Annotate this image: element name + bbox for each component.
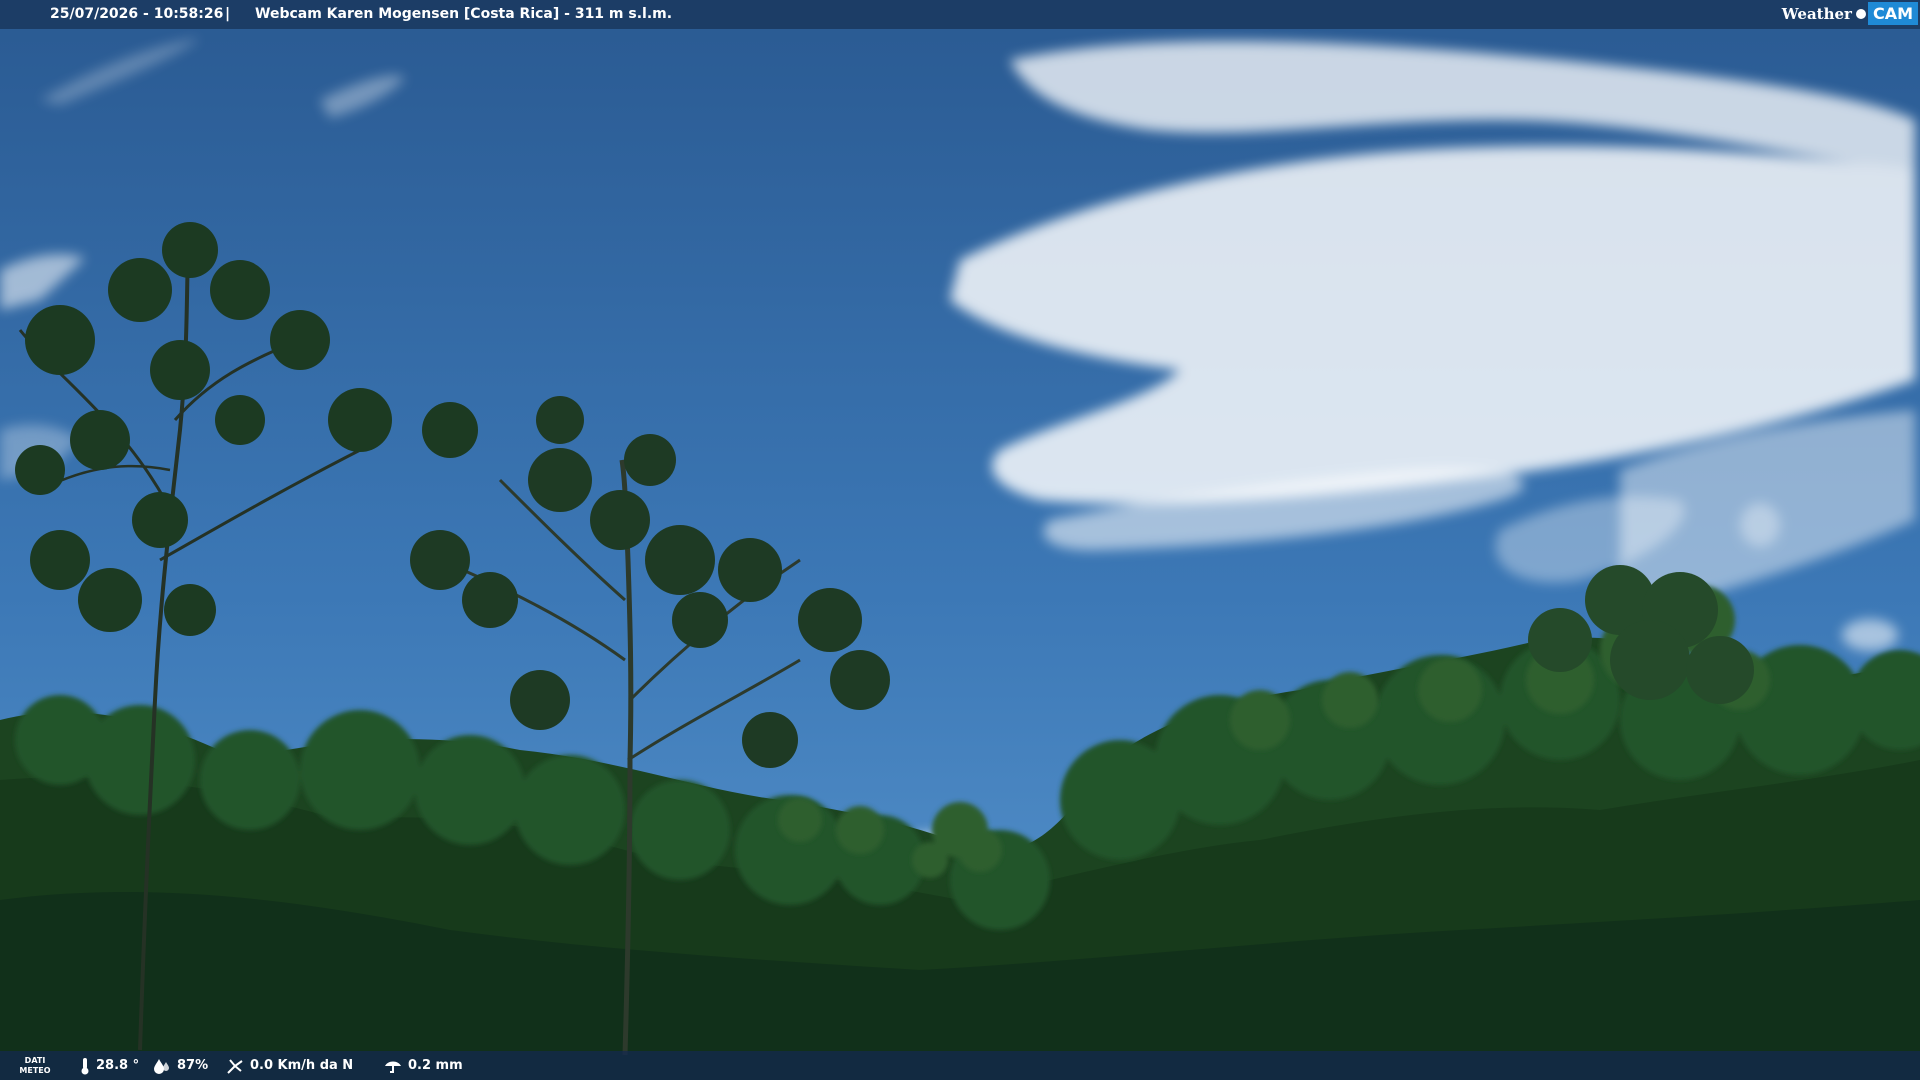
logo-cam-text: CAM bbox=[1867, 2, 1918, 25]
wind-value: 0.0 Km/h da N bbox=[250, 1058, 354, 1073]
meteo-label: DATI METEO bbox=[18, 1051, 52, 1080]
weather-data-bar: DATI METEO 28.8 ° 87% 0.0 Km/h da N 0.2 … bbox=[0, 1051, 1920, 1080]
droplets-icon bbox=[154, 1058, 169, 1074]
rain-gauge-icon bbox=[385, 1061, 401, 1073]
weathercam-logo: Weather CAM bbox=[1780, 0, 1918, 27]
logo-dot-icon bbox=[1855, 8, 1866, 19]
rain-value: 0.2 mm bbox=[408, 1058, 463, 1073]
logo-weather-text: Weather bbox=[1781, 4, 1852, 23]
header-separator: | bbox=[225, 6, 231, 22]
humidity-value: 87% bbox=[177, 1058, 209, 1073]
wind-readout: 0.0 Km/h da N bbox=[226, 1051, 353, 1080]
rain-readout: 0.2 mm bbox=[384, 1051, 463, 1080]
wind-icon bbox=[227, 1058, 243, 1074]
thermometer-icon bbox=[81, 1057, 89, 1074]
temperature-readout: 28.8 ° bbox=[80, 1051, 139, 1080]
meteo-label-line2: METEO bbox=[19, 1065, 51, 1075]
webcam-scene bbox=[0, 0, 1920, 1080]
datetime-label: 25/07/2026 - 10:58:26 bbox=[50, 6, 224, 22]
meteo-label-line1: DATI bbox=[24, 1055, 46, 1065]
header-bar: 25/07/2026 - 10:58:26 | Webcam Karen Mog… bbox=[0, 0, 1920, 29]
humidity-readout: 87% bbox=[153, 1051, 208, 1080]
temperature-value: 28.8 ° bbox=[96, 1058, 140, 1073]
webcam-title: Webcam Karen Mogensen [Costa Rica] - 311… bbox=[255, 6, 673, 22]
